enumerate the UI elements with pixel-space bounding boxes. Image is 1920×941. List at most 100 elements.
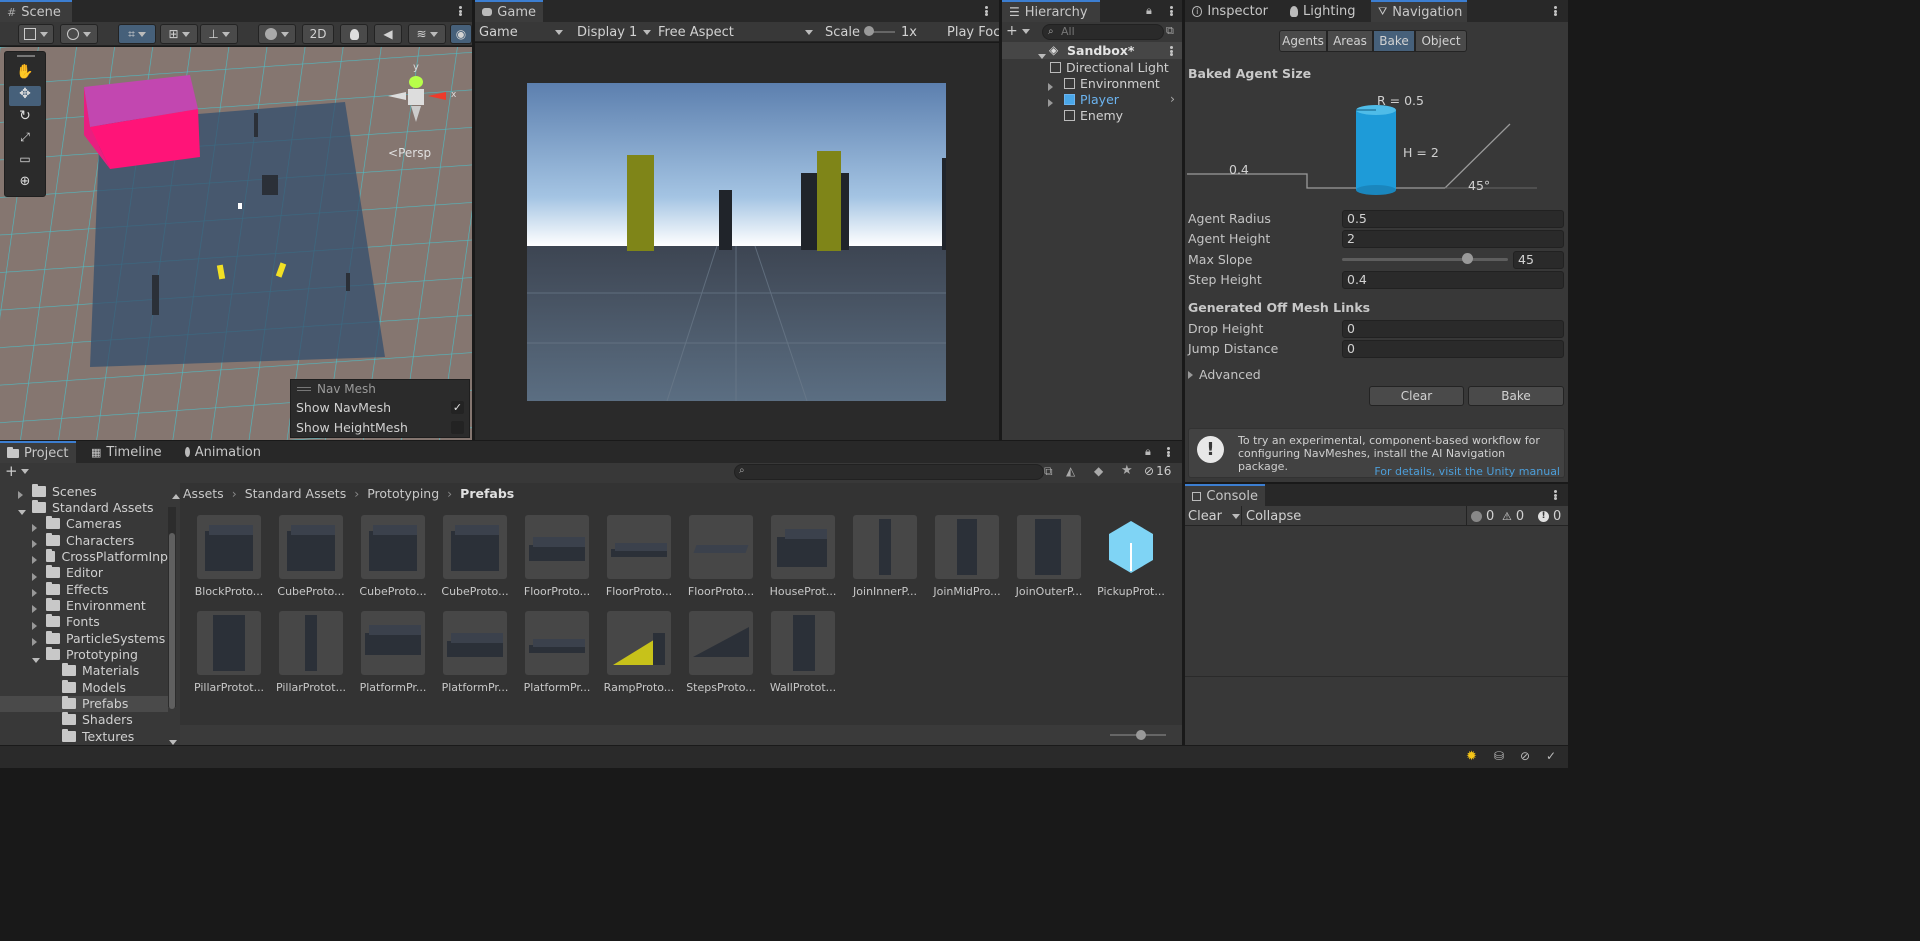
scene-row-menu-icon[interactable] bbox=[1166, 44, 1176, 58]
max-slope-slider-thumb[interactable] bbox=[1462, 253, 1473, 264]
drag-handle-icon[interactable] bbox=[17, 55, 35, 57]
asset-item[interactable]: PlatformPr... bbox=[439, 611, 511, 694]
agent-height-input[interactable]: 2 bbox=[1342, 230, 1564, 248]
asset-item[interactable]: JoinInnerP... bbox=[849, 515, 921, 598]
max-slope-slider-track[interactable] bbox=[1342, 258, 1508, 261]
effects-button[interactable]: ≋ bbox=[408, 24, 446, 44]
breadcrumb-assets[interactable]: Assets bbox=[183, 486, 224, 501]
tab-animation[interactable]: Animation bbox=[178, 441, 268, 463]
breadcrumb-prototyping[interactable]: Prototyping bbox=[367, 486, 439, 501]
asset-item[interactable]: CubeProto... bbox=[439, 515, 511, 598]
clear-button[interactable]: Clear bbox=[1369, 386, 1464, 406]
search-filter-icon[interactable]: ⧉ bbox=[1166, 24, 1180, 40]
tab-timeline[interactable]: ▦ Timeline bbox=[84, 441, 164, 463]
asset-item[interactable]: FloorProto... bbox=[603, 515, 675, 598]
gizmo-neg-y-cone[interactable] bbox=[411, 106, 421, 122]
tab-lighting[interactable]: Lighting bbox=[1283, 0, 1365, 22]
subtab-bake[interactable]: Bake bbox=[1373, 30, 1415, 52]
visibility-toggle[interactable]: ◉ bbox=[450, 24, 472, 44]
globe-button[interactable] bbox=[60, 24, 98, 44]
transform-tool-icon[interactable]: ⊕ bbox=[9, 174, 41, 194]
tab-console[interactable]: Console bbox=[1185, 484, 1265, 506]
show-heightmesh-checkbox[interactable] bbox=[451, 421, 464, 434]
folder-tree-item[interactable]: Models bbox=[0, 679, 168, 695]
tab-scene[interactable]: # Scene bbox=[0, 0, 72, 22]
hierarchy-item-directional-light[interactable]: Directional Light bbox=[1050, 59, 1169, 75]
drag-handle-icon[interactable] bbox=[297, 387, 311, 391]
folder-tree-item[interactable]: Shaders bbox=[0, 712, 168, 728]
game-viewport[interactable] bbox=[527, 83, 946, 401]
tab-game[interactable]: Game bbox=[475, 0, 543, 22]
aspect-dropdown[interactable]: Free Aspect bbox=[658, 22, 815, 42]
scale-tool-icon[interactable]: ⤢ bbox=[9, 130, 41, 150]
gizmo-neg-x-cone[interactable] bbox=[388, 92, 406, 100]
scene-gizmo[interactable]: y x <Persp bbox=[380, 62, 460, 160]
asset-item[interactable]: WallProtot... bbox=[767, 611, 839, 694]
max-slope-input[interactable]: 45 bbox=[1513, 251, 1564, 269]
expand-arrow-icon[interactable] bbox=[1038, 47, 1046, 62]
collab-check-icon[interactable]: ✓ bbox=[1546, 749, 1556, 763]
advanced-foldout[interactable]: Advanced bbox=[1188, 367, 1261, 382]
hierarchy-item-player[interactable]: Player › bbox=[1048, 91, 1182, 110]
rect-tool-icon[interactable]: ▭ bbox=[9, 152, 41, 172]
step-height-input[interactable]: 0.4 bbox=[1342, 271, 1564, 289]
cache-server-icon[interactable]: ⛁ bbox=[1494, 749, 1504, 763]
display-dropdown[interactable]: Display 1 bbox=[577, 22, 653, 42]
breadcrumb-prefabs[interactable]: Prefabs bbox=[460, 486, 514, 501]
warning-filter-toggle[interactable]: ⚠ 0 bbox=[1498, 506, 1534, 526]
favorite-star-icon[interactable]: ★ bbox=[1121, 463, 1133, 478]
play-focus-dropdown[interactable]: Play Foc bbox=[947, 22, 999, 42]
tab-project[interactable]: Project bbox=[0, 441, 76, 463]
asset-item[interactable]: PillarProtot... bbox=[275, 611, 347, 694]
2d-toggle[interactable]: 2D bbox=[302, 24, 334, 44]
drop-height-input[interactable]: 0 bbox=[1342, 320, 1564, 338]
expand-arrow-icon[interactable] bbox=[1048, 95, 1053, 110]
scene-root-row[interactable]: ◈ Sandbox* bbox=[1002, 42, 1182, 59]
asset-item[interactable]: HouseProt... bbox=[767, 515, 839, 598]
draw-mode-button[interactable] bbox=[18, 24, 54, 44]
folder-tree-item[interactable]: Prototyping bbox=[0, 647, 168, 663]
tab-navigation[interactable]: ⛛ Navigation bbox=[1371, 0, 1467, 22]
lock-icon[interactable]: 🔒︎ bbox=[1145, 445, 1151, 459]
lighting-toggle[interactable] bbox=[340, 24, 368, 44]
game-mode-dropdown[interactable]: Game bbox=[479, 22, 567, 42]
tab-inspector[interactable]: i Inspector bbox=[1185, 0, 1275, 22]
subtab-agents[interactable]: Agents bbox=[1279, 30, 1327, 52]
asset-item[interactable]: PickupProt... bbox=[1095, 515, 1167, 598]
hierarchy-menu-icon[interactable] bbox=[1166, 4, 1176, 18]
asset-item[interactable]: RampProto... bbox=[603, 611, 675, 694]
chevron-right-icon[interactable]: › bbox=[1170, 91, 1175, 106]
label-tag-icon[interactable]: ◆ bbox=[1094, 464, 1103, 478]
error-filter-toggle[interactable]: ! 0 bbox=[1534, 506, 1568, 526]
shading-button[interactable] bbox=[258, 24, 296, 44]
asset-item[interactable]: PillarProtot... bbox=[193, 611, 265, 694]
folder-tree-item[interactable]: Prefabs bbox=[0, 695, 168, 712]
folder-tree-item[interactable]: Cameras bbox=[0, 516, 168, 532]
asset-item[interactable]: CubeProto... bbox=[357, 515, 429, 598]
game-menu-icon[interactable] bbox=[981, 4, 991, 18]
asset-item[interactable]: BlockProto... bbox=[193, 515, 265, 598]
project-search-input[interactable]: ⌕ bbox=[734, 464, 1044, 480]
folder-tree-item[interactable]: Environment bbox=[0, 597, 168, 614]
increment-button[interactable]: ⊥ bbox=[200, 24, 238, 44]
snap-button[interactable]: ⌗ bbox=[118, 24, 156, 44]
hand-tool-icon[interactable]: ✋ bbox=[9, 64, 41, 84]
folder-tree-item[interactable]: Editor bbox=[0, 565, 168, 581]
folder-tree-item[interactable]: Characters bbox=[0, 532, 168, 549]
folder-tree-item[interactable]: Scenes bbox=[0, 483, 168, 499]
show-navmesh-checkbox[interactable]: ✓ bbox=[451, 401, 464, 414]
folder-tree-item[interactable]: Materials bbox=[0, 663, 168, 679]
inspector-menu-icon[interactable] bbox=[1550, 4, 1560, 18]
tab-hierarchy[interactable]: ☰ Hierarchy bbox=[1002, 0, 1100, 22]
breadcrumb-standard-assets[interactable]: Standard Assets bbox=[245, 486, 347, 501]
scene-menu-icon[interactable] bbox=[455, 4, 465, 18]
add-object-button[interactable]: + bbox=[1006, 24, 1034, 40]
subtab-object[interactable]: Object bbox=[1415, 30, 1467, 52]
asset-item[interactable]: JoinOuterP... bbox=[1013, 515, 1085, 598]
asset-item[interactable]: FloorProto... bbox=[685, 515, 757, 598]
agent-radius-input[interactable]: 0.5 bbox=[1342, 210, 1564, 228]
folder-tree-item[interactable]: CrossPlatformInp bbox=[0, 548, 168, 565]
asset-item[interactable]: JoinMidPro... bbox=[931, 515, 1003, 598]
console-clear-dropdown[interactable]: Clear bbox=[1188, 506, 1242, 526]
move-tool-icon[interactable]: ✥ bbox=[9, 86, 41, 106]
